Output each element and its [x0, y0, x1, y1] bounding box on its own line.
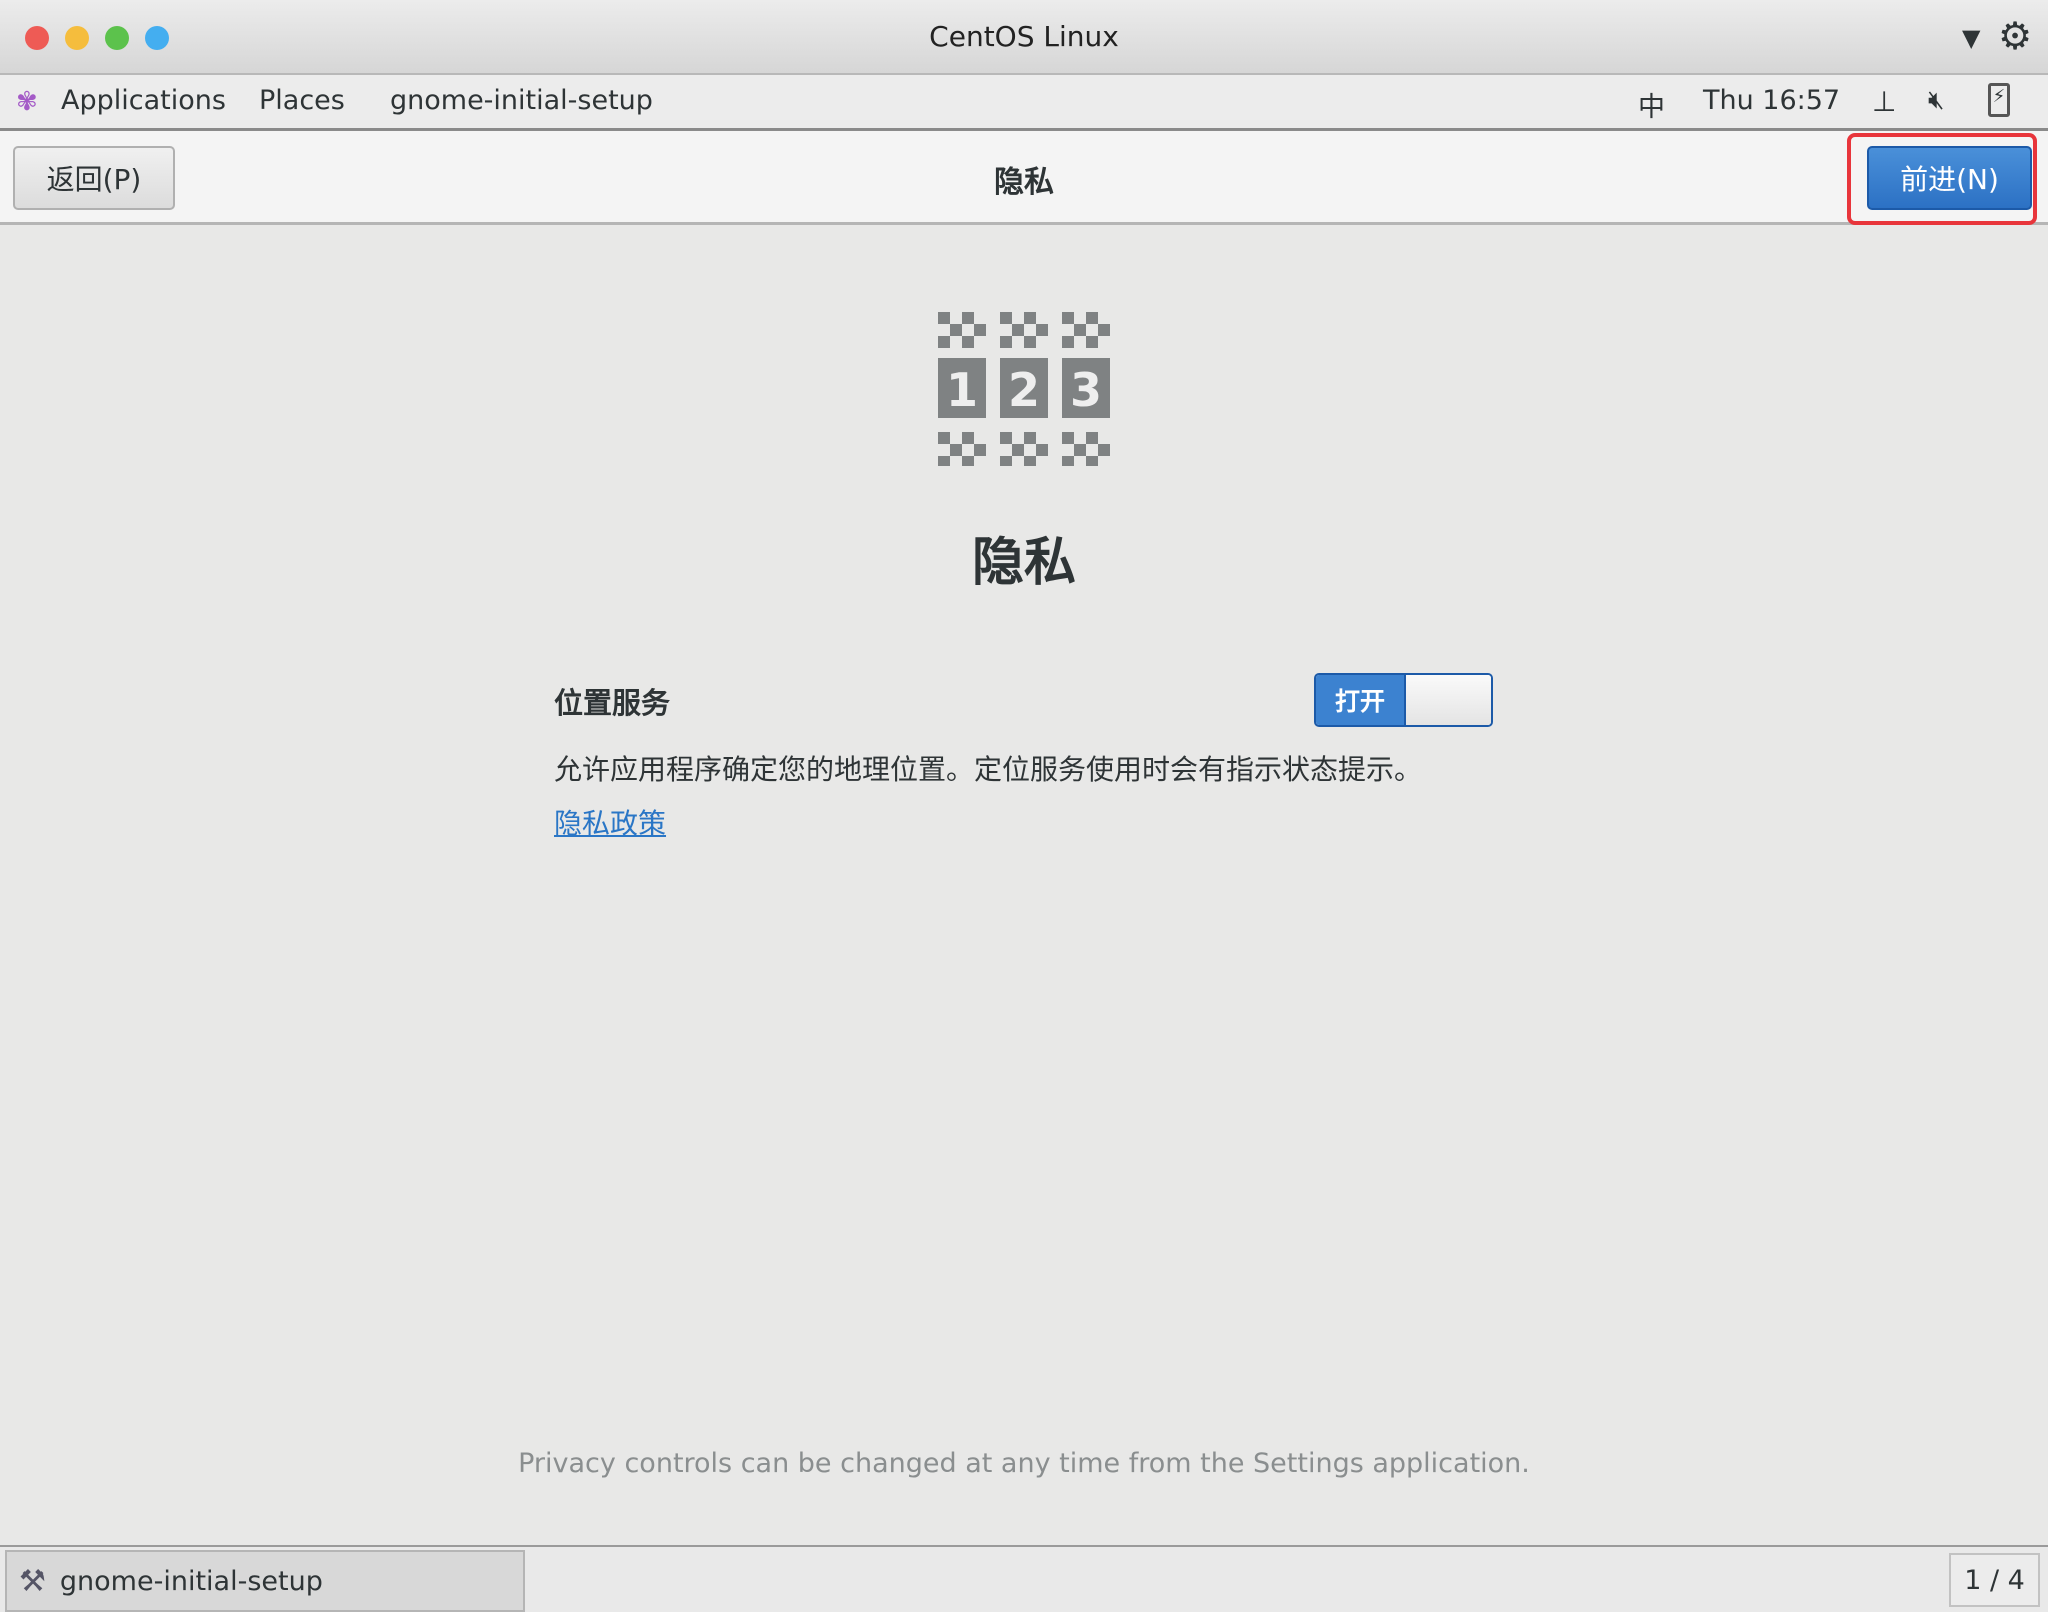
checker-square [1086, 312, 1098, 324]
battery-icon[interactable]: ⚡︎ [1988, 83, 2010, 117]
checker-square [938, 336, 950, 348]
applications-icon: ✾ [16, 87, 38, 117]
workspace-pager[interactable]: 1 / 4 [1949, 1553, 2040, 1607]
tools-icon: ⚒ [19, 1563, 46, 1599]
input-method-indicator[interactable]: 中 [1638, 85, 1665, 124]
checker-square [1000, 336, 1012, 348]
checker-square [1074, 444, 1086, 456]
checker-square [1036, 324, 1048, 336]
app-menu[interactable]: gnome-initial-setup [390, 85, 653, 116]
icon-digit: 1 [946, 363, 978, 417]
next-button[interactable]: 前进(N) [1867, 146, 2032, 210]
checker-square [1024, 432, 1036, 444]
checker-square [1024, 312, 1036, 324]
checker-square [950, 324, 962, 336]
header-bar: 返回(P) 隐私 前进(N) [0, 131, 2048, 225]
taskbar-item[interactable]: ⚒ gnome-initial-setup [5, 1550, 525, 1612]
privacy-icon: 1 2 3 [938, 312, 1110, 466]
checker-square [1074, 324, 1086, 336]
icon-digit: 2 [1008, 363, 1040, 417]
checker-square [1062, 432, 1074, 444]
location-description: 允许应用程序确定您的地理位置。定位服务使用时会有指示状态提示。 [554, 753, 1423, 786]
checker-square [1036, 444, 1048, 456]
places-menu[interactable]: Places [259, 85, 345, 116]
network-icon[interactable]: ⊥ [1872, 85, 1896, 118]
applications-menu[interactable]: Applications [61, 85, 226, 116]
gear-icon[interactable]: ⚙ [1998, 14, 2032, 58]
page-heading: 隐私 [971, 533, 1076, 593]
checker-square [938, 456, 950, 466]
checker-square [1062, 456, 1074, 466]
checker-square [1024, 336, 1036, 348]
clock[interactable]: Thu 16:57 [1703, 85, 1840, 116]
checker-square [962, 432, 974, 444]
checker-square [950, 444, 962, 456]
volume-muted-icon[interactable]: 🔇︎ [1928, 85, 1944, 116]
checker-square [1000, 456, 1012, 466]
checker-square [1024, 456, 1036, 466]
checker-square [1062, 312, 1074, 324]
checker-square [1012, 324, 1024, 336]
taskbar-item-label: gnome-initial-setup [59, 1565, 323, 1597]
taskbar: ⚒ gnome-initial-setup 1 / 4 [0, 1545, 2048, 1612]
window-titlebar: CentOS Linux ▼ ⚙ [0, 0, 2048, 75]
top-menubar: ✾ Applications Places gnome-initial-setu… [0, 75, 2048, 131]
checker-square [1098, 324, 1110, 336]
checker-square [1000, 312, 1012, 324]
location-services-toggle[interactable]: 打开 [1314, 673, 1493, 727]
footer-note: Privacy controls can be changed at any t… [518, 1448, 1530, 1479]
checker-square [962, 312, 974, 324]
checker-square [962, 456, 974, 466]
checker-square [938, 432, 950, 444]
toggle-knob[interactable] [1404, 675, 1491, 725]
icon-digit: 3 [1070, 363, 1102, 417]
checker-square [1086, 432, 1098, 444]
checker-square [1012, 444, 1024, 456]
checker-square [1098, 444, 1110, 456]
toggle-on-label: 打开 [1316, 675, 1404, 725]
checker-square [974, 324, 986, 336]
checker-square [1086, 456, 1098, 466]
checker-square [962, 336, 974, 348]
header-title: 隐私 [994, 165, 1054, 200]
dropdown-triangle-icon[interactable]: ▼ [1962, 24, 1980, 52]
checker-square [1062, 336, 1074, 348]
location-services-label: 位置服务 [554, 686, 671, 720]
checker-square [938, 312, 950, 324]
privacy-policy-link[interactable]: 隐私政策 [554, 802, 666, 842]
window-title: CentOS Linux [929, 20, 1119, 53]
checker-square [1000, 432, 1012, 444]
checker-square [974, 444, 986, 456]
checker-square [1086, 336, 1098, 348]
